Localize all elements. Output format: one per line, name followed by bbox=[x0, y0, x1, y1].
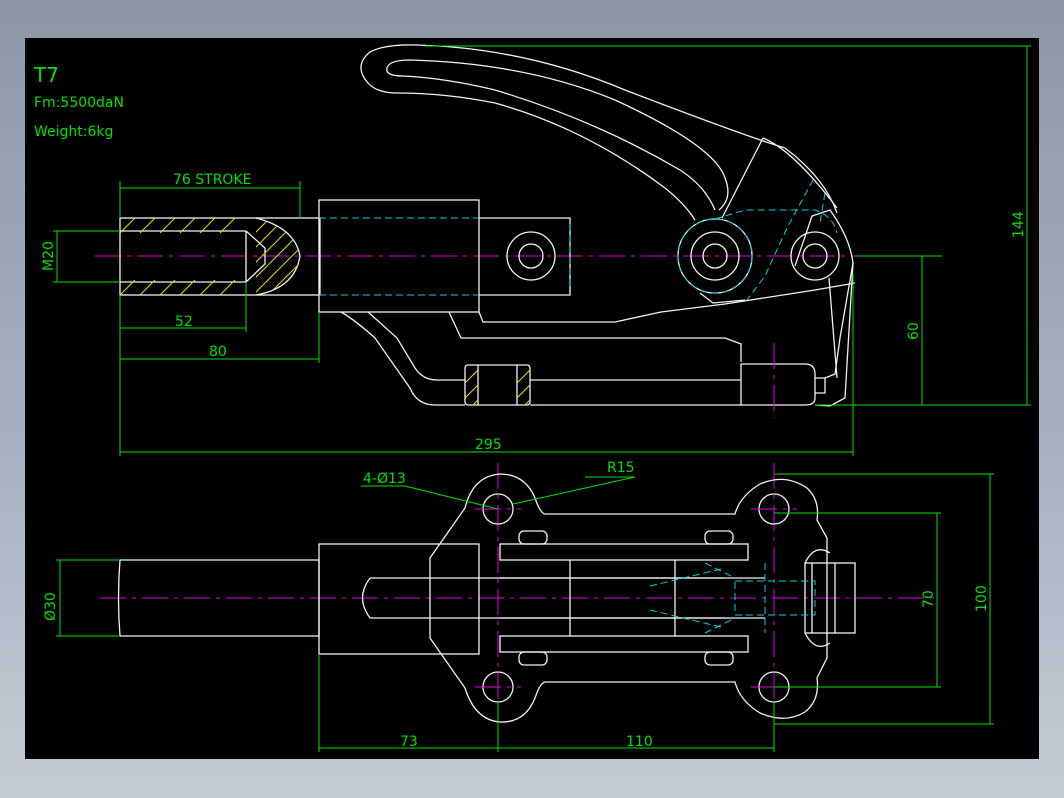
drawing-canvas: T7 Fm:5500daN Weight:6kg 76 STROKE M20 5… bbox=[33, 44, 1031, 752]
dim-thread: M20 bbox=[41, 241, 57, 271]
link-plate-bottom bbox=[499, 635, 749, 653]
dim-radius: R15 bbox=[607, 460, 635, 476]
adjusting-nut bbox=[464, 364, 531, 406]
dim-hole-spacing: 110 bbox=[626, 734, 653, 750]
top-guide-body bbox=[318, 543, 480, 655]
side-view-dimensions: 76 STROKE M20 52 80 295 144 60 bbox=[41, 45, 1031, 456]
side-view bbox=[95, 44, 930, 418]
support-arm-inner bbox=[367, 311, 465, 381]
weight-spec: Weight:6kg bbox=[34, 124, 113, 140]
handle-neck bbox=[721, 137, 764, 219]
force-spec: Fm:5500daN bbox=[34, 95, 124, 111]
top-view-dimensions: Ø30 4-Ø13 R15 73 110 70 100 bbox=[43, 460, 994, 752]
dim-plunger-length: 80 bbox=[209, 344, 227, 360]
link-plate-top bbox=[499, 543, 749, 561]
dim-outer-width: 100 bbox=[974, 585, 990, 612]
dim-overall-length: 295 bbox=[475, 437, 502, 453]
nut-hatch-2 bbox=[517, 369, 530, 405]
top-view bbox=[100, 463, 940, 748]
base-frame-inner bbox=[448, 311, 742, 362]
dim-stroke: 76 STROKE bbox=[173, 172, 251, 188]
nut-hatch-1 bbox=[465, 369, 478, 405]
hidden-link-1 bbox=[746, 179, 814, 301]
dim-inner-width: 70 bbox=[921, 590, 937, 608]
dim-thread-length: 52 bbox=[175, 314, 193, 330]
cad-viewport[interactable]: T7 Fm:5500daN Weight:6kg 76 STROKE M20 5… bbox=[25, 38, 1039, 759]
handle-grip-slot bbox=[386, 59, 729, 211]
base-frame-top bbox=[478, 282, 856, 323]
dim-plunger-dia: Ø30 bbox=[43, 592, 59, 621]
rod-end-block bbox=[740, 363, 816, 406]
drawing-title: T7 bbox=[33, 63, 59, 87]
support-arm bbox=[340, 311, 465, 406]
dim-holes: 4-Ø13 bbox=[363, 471, 406, 487]
dim-axis-height: 60 bbox=[906, 322, 922, 340]
handle-outer bbox=[360, 44, 838, 221]
dim-height: 144 bbox=[1011, 211, 1027, 238]
dim-hole-offset: 73 bbox=[400, 734, 418, 750]
